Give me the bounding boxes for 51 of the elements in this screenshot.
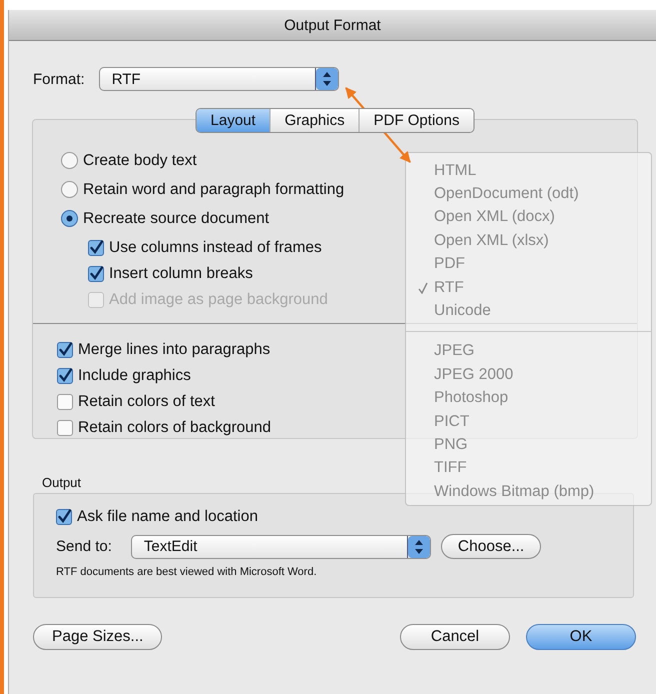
dialog-button[interactable]: OK bbox=[526, 624, 636, 650]
radio-button[interactable] bbox=[61, 152, 78, 169]
stepper-icon bbox=[314, 68, 338, 90]
checkbox[interactable] bbox=[88, 266, 104, 282]
menu-item[interactable]: Open XML (docx) bbox=[406, 206, 651, 230]
checkbox-label: Ask file name and location bbox=[77, 508, 258, 526]
tab[interactable]: Layout bbox=[196, 109, 270, 132]
menu-item[interactable]: Windows Bitmap (bmp) bbox=[406, 480, 651, 504]
menu-item[interactable]: Photoshop bbox=[406, 386, 651, 410]
menu-item[interactable]: Unicode bbox=[406, 299, 651, 323]
radio-button[interactable] bbox=[61, 210, 78, 227]
checkbox[interactable] bbox=[57, 420, 73, 436]
note-text: RTF documents are best viewed with Microsoft Word. bbox=[56, 566, 318, 578]
checkbox-label: Include graphics bbox=[78, 367, 191, 385]
tab[interactable]: PDF Options bbox=[358, 109, 474, 132]
checkbox[interactable] bbox=[88, 240, 104, 256]
checkbox[interactable] bbox=[57, 342, 73, 358]
checkbox-label: Insert column breaks bbox=[109, 265, 253, 283]
choose-button[interactable]: Choose... bbox=[440, 534, 542, 559]
dialog-button[interactable]: Cancel bbox=[400, 624, 510, 650]
section-heading: Output bbox=[42, 475, 82, 490]
checkbox[interactable] bbox=[57, 394, 73, 410]
checkbox[interactable] bbox=[56, 508, 72, 524]
checkbox-label: Merge lines into paragraphs bbox=[78, 341, 270, 359]
menu-item[interactable]: PICT bbox=[406, 410, 651, 434]
stepper-icon bbox=[406, 536, 430, 558]
window-title: Output Format bbox=[284, 16, 381, 34]
format-dropdown[interactable]: RTF bbox=[98, 67, 339, 91]
menu-item[interactable]: TIFF bbox=[406, 456, 651, 480]
dialog-button[interactable]: Page Sizes... bbox=[33, 624, 162, 650]
tab[interactable]: Graphics bbox=[270, 109, 359, 132]
send-to-dropdown[interactable]: TextEdit bbox=[130, 534, 431, 558]
checkbox-label: Add image as page background bbox=[109, 291, 328, 309]
send-to-label: Send to: bbox=[56, 538, 112, 555]
radio-label: Create body text bbox=[83, 152, 197, 170]
menu-item[interactable]: HTML bbox=[406, 159, 651, 182]
menu-item[interactable]: JPEG 2000 bbox=[406, 363, 651, 387]
menu-item[interactable]: Open XML (xlsx) bbox=[406, 229, 651, 253]
format-label: Format: bbox=[33, 70, 85, 88]
checkbox-label: Use columns instead of frames bbox=[109, 239, 322, 257]
radio-button[interactable] bbox=[61, 181, 78, 198]
menu-item[interactable]: RTF bbox=[406, 276, 651, 300]
menu-item[interactable]: PNG bbox=[406, 433, 651, 457]
checkbox-label: Retain colors of text bbox=[78, 393, 215, 411]
radio-label: Retain word and paragraph formatting bbox=[83, 180, 344, 198]
checkbox[interactable] bbox=[57, 368, 73, 384]
menu-item[interactable]: PDF bbox=[406, 252, 651, 276]
menu-item[interactable]: OpenDocument (odt) bbox=[406, 182, 651, 206]
menu-item[interactable]: JPEG bbox=[406, 340, 651, 364]
radio-label: Recreate source document bbox=[83, 210, 270, 228]
checkbox-label: Retain colors of background bbox=[78, 419, 272, 437]
